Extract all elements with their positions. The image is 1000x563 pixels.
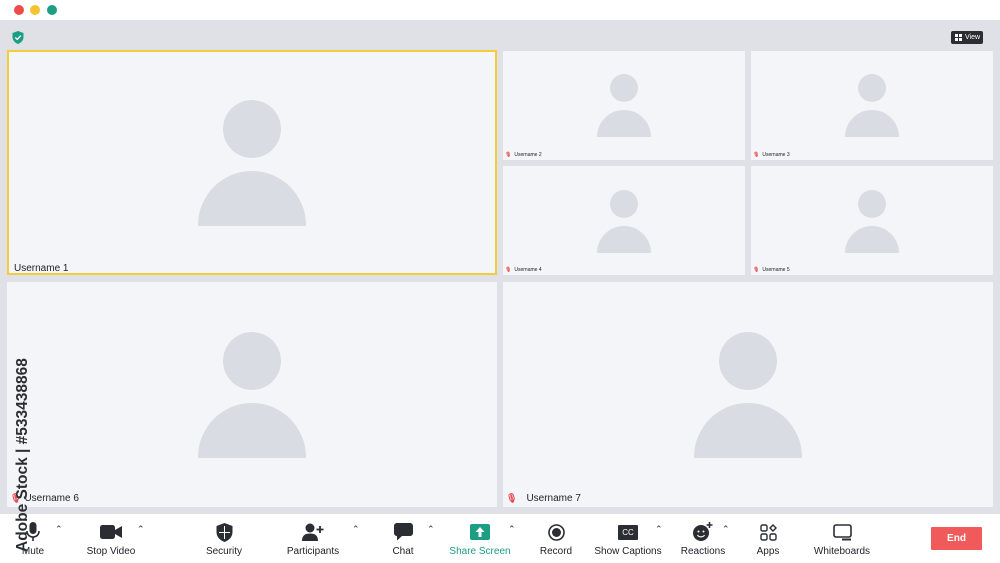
avatar	[845, 74, 899, 137]
participants-options-caret[interactable]: ⌃	[352, 524, 360, 535]
avatar	[597, 190, 651, 253]
smiley-plus-icon	[693, 522, 713, 542]
grid-icon	[955, 34, 962, 41]
video-tile[interactable]: 🎙 Username 4	[503, 166, 745, 275]
captions-badge: CC	[618, 524, 638, 540]
participant-name-text: Username 2	[514, 152, 542, 158]
mic-muted-icon: 🎙	[505, 152, 512, 158]
end-meeting-button[interactable]: End	[931, 527, 982, 550]
participants-button[interactable]: Participants	[284, 514, 342, 563]
share-screen-icon	[470, 522, 490, 542]
shield-icon	[216, 522, 233, 542]
show-captions-button[interactable]: CC Show Captions	[593, 514, 663, 563]
security-label: Security	[205, 546, 243, 557]
video-tile[interactable]: 🎙 Username 2	[503, 51, 745, 160]
shield-check-icon[interactable]	[12, 31, 24, 44]
avatar	[198, 332, 306, 458]
show-captions-label: Show Captions	[594, 546, 662, 557]
record-label: Record	[539, 546, 573, 557]
participant-name-text: Username 5	[762, 267, 790, 273]
view-button[interactable]: View	[951, 31, 983, 44]
apps-label: Apps	[756, 546, 780, 557]
stop-video-label: Stop Video	[86, 546, 136, 557]
mute-options-caret[interactable]: ⌃	[55, 524, 63, 535]
mic-muted-icon: 🎙	[753, 267, 760, 273]
apps-button[interactable]: Apps	[754, 514, 782, 563]
video-options-caret[interactable]: ⌃	[137, 524, 145, 535]
share-screen-label: Share Screen	[449, 546, 511, 557]
captions-icon: CC	[618, 522, 638, 542]
watermark: Adobe Stock | #533438868	[14, 358, 30, 552]
window-minimize-button[interactable]	[30, 5, 40, 15]
participant-name-text: Username 7	[526, 493, 581, 504]
chat-options-caret[interactable]: ⌃	[427, 524, 435, 535]
apps-icon	[759, 522, 777, 542]
participant-name: 🎙 Username 5	[753, 267, 790, 273]
mic-muted-icon: 🎙	[505, 267, 512, 273]
reactions-label: Reactions	[680, 546, 726, 557]
mic-muted-icon: 🎙	[753, 152, 760, 158]
window-maximize-button[interactable]	[47, 5, 57, 15]
mic-muted-icon: 🎙	[506, 493, 518, 503]
reactions-options-caret[interactable]: ⌃	[722, 524, 730, 535]
video-tile[interactable]: Username 1	[7, 50, 497, 275]
security-button[interactable]: Security	[203, 514, 245, 563]
video-tile[interactable]: 🎙 Username 5	[751, 166, 993, 275]
participant-name: Username 1	[14, 263, 69, 274]
participant-name-text: Username 3	[762, 152, 790, 158]
participant-name: 🎙 Username 3	[753, 152, 790, 158]
share-options-caret[interactable]: ⌃	[508, 524, 516, 535]
avatar	[198, 100, 306, 226]
participant-name: 🎙 Username 2	[505, 152, 542, 158]
add-user-icon	[302, 522, 324, 542]
chat-button[interactable]: Chat	[388, 514, 418, 563]
chat-bubble-icon	[393, 522, 413, 542]
participant-name-text: Username 1	[14, 263, 69, 274]
stop-video-button[interactable]: Stop Video	[84, 514, 138, 563]
participant-name: 🎙 Username 4	[505, 267, 542, 273]
whiteboard-icon	[832, 522, 852, 542]
meeting-stage: View Username 1 🎙 Username 2 🎙 Username …	[0, 20, 1000, 514]
video-tile[interactable]: 🎙 Username 3	[751, 51, 993, 160]
avatar	[845, 190, 899, 253]
participant-name: 🎙 Username 7	[506, 493, 581, 504]
video-tile[interactable]: 🎙 Username 6	[7, 282, 497, 507]
reactions-button[interactable]: Reactions	[679, 514, 727, 563]
whiteboards-label: Whiteboards	[813, 546, 871, 557]
record-button[interactable]: Record	[536, 514, 576, 563]
share-screen-button[interactable]: Share Screen	[449, 514, 511, 563]
participants-label: Participants	[286, 546, 340, 557]
avatar	[694, 332, 802, 458]
participant-name-text: Username 6	[24, 493, 79, 504]
meeting-toolbar: Mute ⌃ Stop Video ⌃ Security Participant…	[0, 514, 1000, 563]
avatar	[597, 74, 651, 137]
video-camera-icon	[100, 522, 122, 542]
watermark-text: Adobe Stock | #533438868	[14, 358, 30, 552]
whiteboards-button[interactable]: Whiteboards	[812, 514, 872, 563]
captions-options-caret[interactable]: ⌃	[655, 524, 663, 535]
chat-label: Chat	[392, 546, 414, 557]
participant-name-text: Username 4	[514, 267, 542, 273]
window-close-button[interactable]	[14, 5, 24, 15]
record-icon	[547, 522, 565, 542]
title-bar	[0, 0, 1000, 20]
video-tile[interactable]: 🎙 Username 7	[503, 282, 993, 507]
view-label: View	[965, 34, 981, 41]
